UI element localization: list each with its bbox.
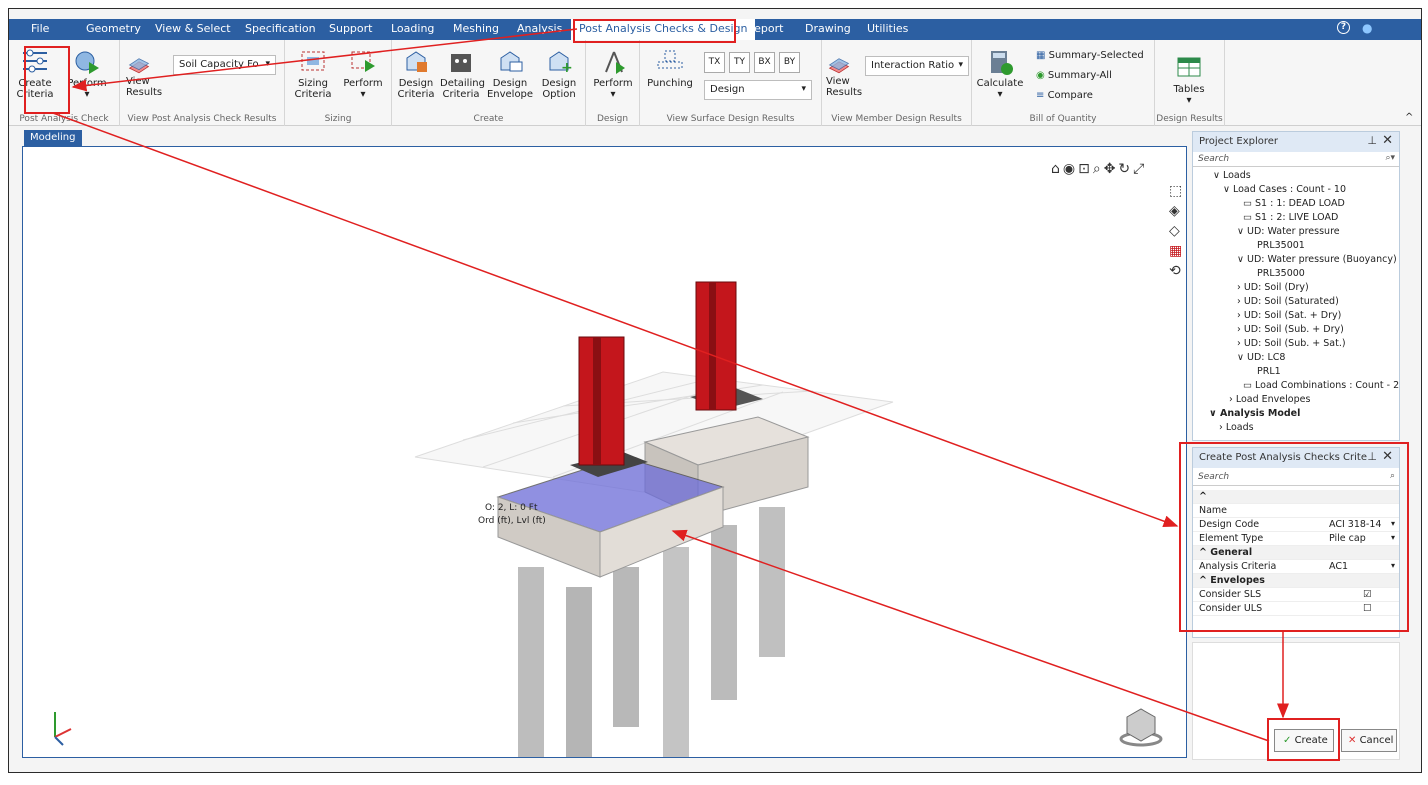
app-window: File Geometry View & Select Specificatio… bbox=[8, 8, 1422, 773]
annotation-arrows bbox=[52, 28, 1289, 742]
